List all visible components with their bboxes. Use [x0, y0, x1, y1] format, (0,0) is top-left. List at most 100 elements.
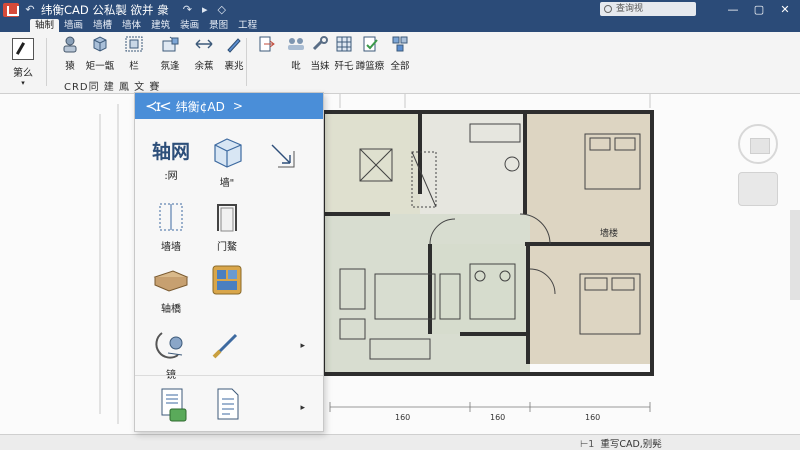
app-logo-icon[interactable]: [3, 2, 19, 17]
model-layout-tab[interactable]: 重写CAD,别髡: [580, 436, 661, 450]
redo-icon[interactable]: ↷: [183, 3, 192, 16]
table-icon: [153, 270, 189, 292]
ribbon-btn-label: 全部: [390, 61, 410, 72]
popup-title: 纬衡¢AD: [175, 99, 225, 114]
popup-item-label: 墙墙: [161, 242, 181, 253]
popup-item-corner[interactable]: [255, 141, 311, 172]
wall-cube-icon: [214, 138, 242, 168]
draw-button[interactable]: 第么 ▾: [6, 36, 40, 90]
check-doc-icon: [363, 36, 378, 52]
chevron-right-icon[interactable]: ▸: [300, 341, 305, 351]
tab-project[interactable]: 工程: [233, 19, 262, 32]
pencil-icon: [12, 38, 34, 60]
frame-icon: [125, 36, 143, 52]
chevron-down-icon: ▾: [21, 79, 25, 87]
tab-view[interactable]: 景图: [204, 19, 233, 32]
popup-item-label: 门鰲: [217, 242, 237, 253]
chevron-right-icon[interactable]: ▸: [300, 403, 305, 413]
maximize-button[interactable]: ▢: [746, 0, 772, 19]
popup-menu: ≺ɪ< 纬衡¢AD > 轴网 :网 墙" 墙墙 门鰲 轴橋 镜 ▸: [134, 92, 324, 432]
tab-decor[interactable]: 装画: [175, 19, 204, 32]
ribbon-btn-label: 栏: [129, 61, 139, 72]
wall-frame-icon: [159, 203, 183, 231]
popup-item-brush[interactable]: [199, 331, 255, 362]
status-bar: 重写CAD,别髡: [0, 434, 800, 450]
ribbon-btn-arrows[interactable]: 余蕉: [188, 35, 220, 75]
popup-item-label: 镜: [143, 366, 199, 381]
draw-button-label: 第么: [13, 68, 33, 79]
ribbon-btn-label: 蹲篮瘵: [355, 61, 385, 72]
tab-wall-draw[interactable]: 墙画: [59, 19, 88, 32]
popup-item-wall-frame[interactable]: 墙墙: [143, 201, 199, 253]
popup-item-person[interactable]: 镜: [143, 327, 199, 381]
ribbon-btn-label: 矩一甑: [85, 61, 115, 72]
ribbon-btn-label: 猿: [65, 61, 75, 72]
brand-logo-icon: ≺ɪ<: [145, 97, 172, 115]
floor-plan: 墙楼 160 160 160: [99, 94, 654, 424]
gear-icon: [392, 36, 408, 52]
window-title: 纬衡CAD 公私製 欲并 衆: [41, 2, 169, 17]
tab-wall[interactable]: 墙体: [117, 19, 146, 32]
popup-item-window[interactable]: [199, 263, 255, 300]
popup-item-door[interactable]: 门鰲: [199, 201, 255, 253]
tab-building[interactable]: 建筑: [146, 19, 175, 32]
minimize-button[interactable]: —: [720, 0, 746, 19]
popup-item-doc-stamp[interactable]: [145, 387, 201, 426]
nav-bar[interactable]: [790, 210, 800, 300]
divider: [46, 38, 47, 86]
double-arrow-icon: [195, 39, 213, 49]
doc-stamp-icon: [161, 388, 187, 422]
divider: [135, 375, 323, 376]
popup-item-wall[interactable]: 墙": [199, 137, 255, 189]
viewcube-icon[interactable]: [738, 124, 778, 164]
ribbon-tabs: 轴制 墙画 墙槽 墙体 建筑 装画 景图 工程: [0, 19, 800, 32]
person-icon: [155, 332, 183, 359]
ribbon-btn-house[interactable]: 氛逢: [154, 35, 186, 75]
chevron-right-icon[interactable]: >: [233, 99, 243, 113]
divider: [246, 38, 247, 86]
pen-icon: [227, 38, 241, 53]
ribbon-btn-label: 氛逢: [160, 61, 180, 72]
house-icon: [162, 36, 179, 52]
grid-text-icon: 轴网: [151, 141, 190, 163]
search-input[interactable]: 查询视: [600, 2, 696, 16]
ribbon-btn-frame[interactable]: 栏: [118, 35, 150, 75]
close-button[interactable]: ✕: [772, 0, 798, 19]
wrench-icon: [312, 36, 328, 51]
popup-item-table[interactable]: 轴橋: [143, 265, 199, 315]
undo-icon[interactable]: ↶: [23, 3, 37, 16]
title-bar: ↶ 纬衡CAD 公私製 欲并 衆 ↷ ▸ ◇ 查询视 — ▢ ✕: [0, 0, 800, 19]
popup-item-label: 轴橋: [161, 304, 181, 315]
room-label: 墙楼: [600, 227, 618, 239]
dimension-text: 160: [585, 413, 600, 422]
popup-header[interactable]: ≺ɪ< 纬衡¢AD >: [135, 93, 323, 119]
doc-icon: [217, 388, 239, 420]
window-icon: [212, 265, 242, 295]
play-icon[interactable]: ▸: [202, 3, 208, 16]
ribbon-btn-label: 余蕉: [194, 61, 214, 72]
ribbon-btn-docarrow[interactable]: [250, 35, 282, 75]
doc-arrow-icon: [259, 36, 275, 52]
tab-axis[interactable]: 轴制: [30, 19, 60, 32]
user-icon: [63, 36, 77, 53]
ribbon-panel: 第么 ▾ 猿 矩一甑 栏 氛逢 余蕉 裹兆 吡 当妹 歼乇 蹲篮瘵 全部 CRD…: [0, 32, 800, 94]
popup-item-label: :网: [164, 171, 178, 182]
corner-arrow-icon: [271, 144, 295, 168]
ribbon-btn-checkdoc[interactable]: 蹲篮瘵: [354, 35, 386, 75]
dimension-text: 160: [490, 413, 505, 422]
tab-wall-slot[interactable]: 墙槽: [88, 19, 117, 32]
door-icon: [217, 204, 237, 232]
people-icon: [288, 38, 304, 50]
cube-icon: [93, 36, 107, 52]
popup-item-doc[interactable]: [199, 387, 255, 424]
nav-wheel-icon[interactable]: [738, 172, 778, 206]
ribbon-btn-user[interactable]: 猿: [54, 35, 86, 75]
ribbon-btn-cube[interactable]: 矩一甑: [84, 35, 116, 75]
popup-item-axis[interactable]: 轴网 :网: [143, 139, 199, 182]
brush-icon: [212, 333, 238, 359]
grid-icon: [336, 36, 352, 52]
ribbon-panel-title: CRD同 建 鳳 文 賽: [64, 82, 161, 93]
ribbon-btn-all[interactable]: 全部: [384, 35, 416, 75]
drawing-canvas[interactable]: 墙楼 160 160 160: [0, 94, 800, 434]
diamond-icon[interactable]: ◇: [217, 3, 225, 16]
